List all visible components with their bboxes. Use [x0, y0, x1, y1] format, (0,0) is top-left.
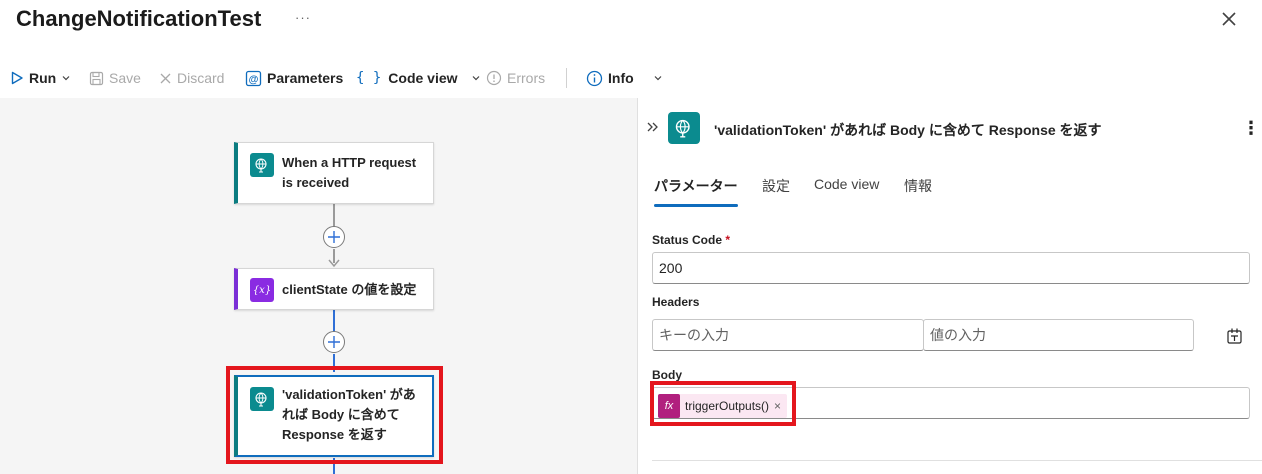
status-code-input[interactable]: 200: [652, 252, 1250, 284]
discard-icon: [160, 73, 171, 83]
status-code-label: Status Code *: [652, 233, 731, 247]
highlight-box: [226, 366, 443, 464]
required-mark: *: [725, 233, 731, 247]
play-icon: [11, 71, 23, 85]
divider: [652, 460, 1262, 461]
plus-icon: [328, 336, 340, 348]
collapse-panel-icon[interactable]: [646, 120, 660, 139]
workflow-canvas[interactable]: When a HTTP request is received {x} clie…: [0, 98, 637, 474]
chevron-down-icon: [472, 76, 479, 81]
errors-label: Errors: [507, 70, 546, 86]
header-key-input[interactable]: キーの入力: [652, 319, 924, 351]
plus-icon: [328, 231, 340, 243]
active-tab-indicator: [654, 204, 738, 207]
parameters-button[interactable]: @ Parameters: [245, 68, 343, 88]
highlight-box: [650, 381, 796, 426]
braces-icon: { }: [356, 70, 382, 86]
info-label: Info: [608, 70, 634, 86]
parameters-icon: @: [245, 70, 262, 86]
save-button[interactable]: Save: [89, 68, 141, 88]
more-vertical-icon[interactable]: ⋮: [1242, 118, 1260, 139]
chevron-down-icon: [62, 76, 70, 81]
run-button[interactable]: Run: [10, 68, 71, 88]
toolbar-divider: [566, 68, 567, 88]
toolbar: Run Save Discard @ Parameters { } Code v…: [0, 62, 1262, 94]
headers-label: Headers: [652, 295, 700, 309]
panel-title: 'validationToken' があれば Body に含めて Respons…: [714, 122, 1102, 138]
error-icon: [486, 70, 502, 86]
save-label: Save: [109, 70, 141, 86]
details-panel: 'validationToken' があれば Body に含めて Respons…: [637, 98, 1262, 474]
body-label: Body: [652, 368, 682, 382]
info-icon: [586, 70, 603, 86]
variable-icon: {x}: [250, 278, 274, 302]
action-node-set-variable[interactable]: {x} clientState の値を設定: [234, 268, 434, 310]
tab-info[interactable]: 情報: [904, 176, 932, 196]
title-bar: ChangeNotificationTest ···: [0, 0, 1262, 50]
code-view-button[interactable]: { } Code view: [356, 68, 481, 88]
close-icon[interactable]: [1218, 8, 1240, 30]
discard-button[interactable]: Discard: [159, 68, 224, 88]
chevron-down-icon: [654, 76, 662, 81]
more-options-button[interactable]: ···: [295, 10, 311, 25]
errors-button[interactable]: Errors: [486, 68, 545, 88]
header-value-input[interactable]: 値の入力: [923, 319, 1194, 351]
tab-settings[interactable]: 設定: [762, 176, 790, 196]
trigger-node-http-request[interactable]: When a HTTP request is received: [234, 142, 434, 204]
info-button[interactable]: Info: [586, 68, 663, 88]
code-view-label: Code view: [388, 70, 458, 86]
discard-label: Discard: [177, 70, 225, 86]
tab-parameters[interactable]: パラメーター: [654, 176, 738, 196]
svg-text:@: @: [249, 74, 259, 85]
http-globe-icon: [668, 112, 700, 144]
node-label: clientState の値を設定: [282, 282, 417, 297]
http-globe-icon: [250, 153, 274, 177]
switch-to-text-mode-icon[interactable]: [1226, 327, 1244, 350]
add-step-button[interactable]: [323, 331, 345, 353]
run-label: Run: [29, 70, 57, 86]
parameters-label: Parameters: [267, 70, 344, 86]
add-step-button[interactable]: [323, 226, 345, 248]
page-title: ChangeNotificationTest: [16, 6, 262, 31]
node-label: When a HTTP request is received: [282, 155, 417, 190]
arrow-down-icon: [328, 259, 340, 268]
save-icon: [89, 71, 104, 85]
tab-code-view[interactable]: Code view: [814, 176, 879, 192]
